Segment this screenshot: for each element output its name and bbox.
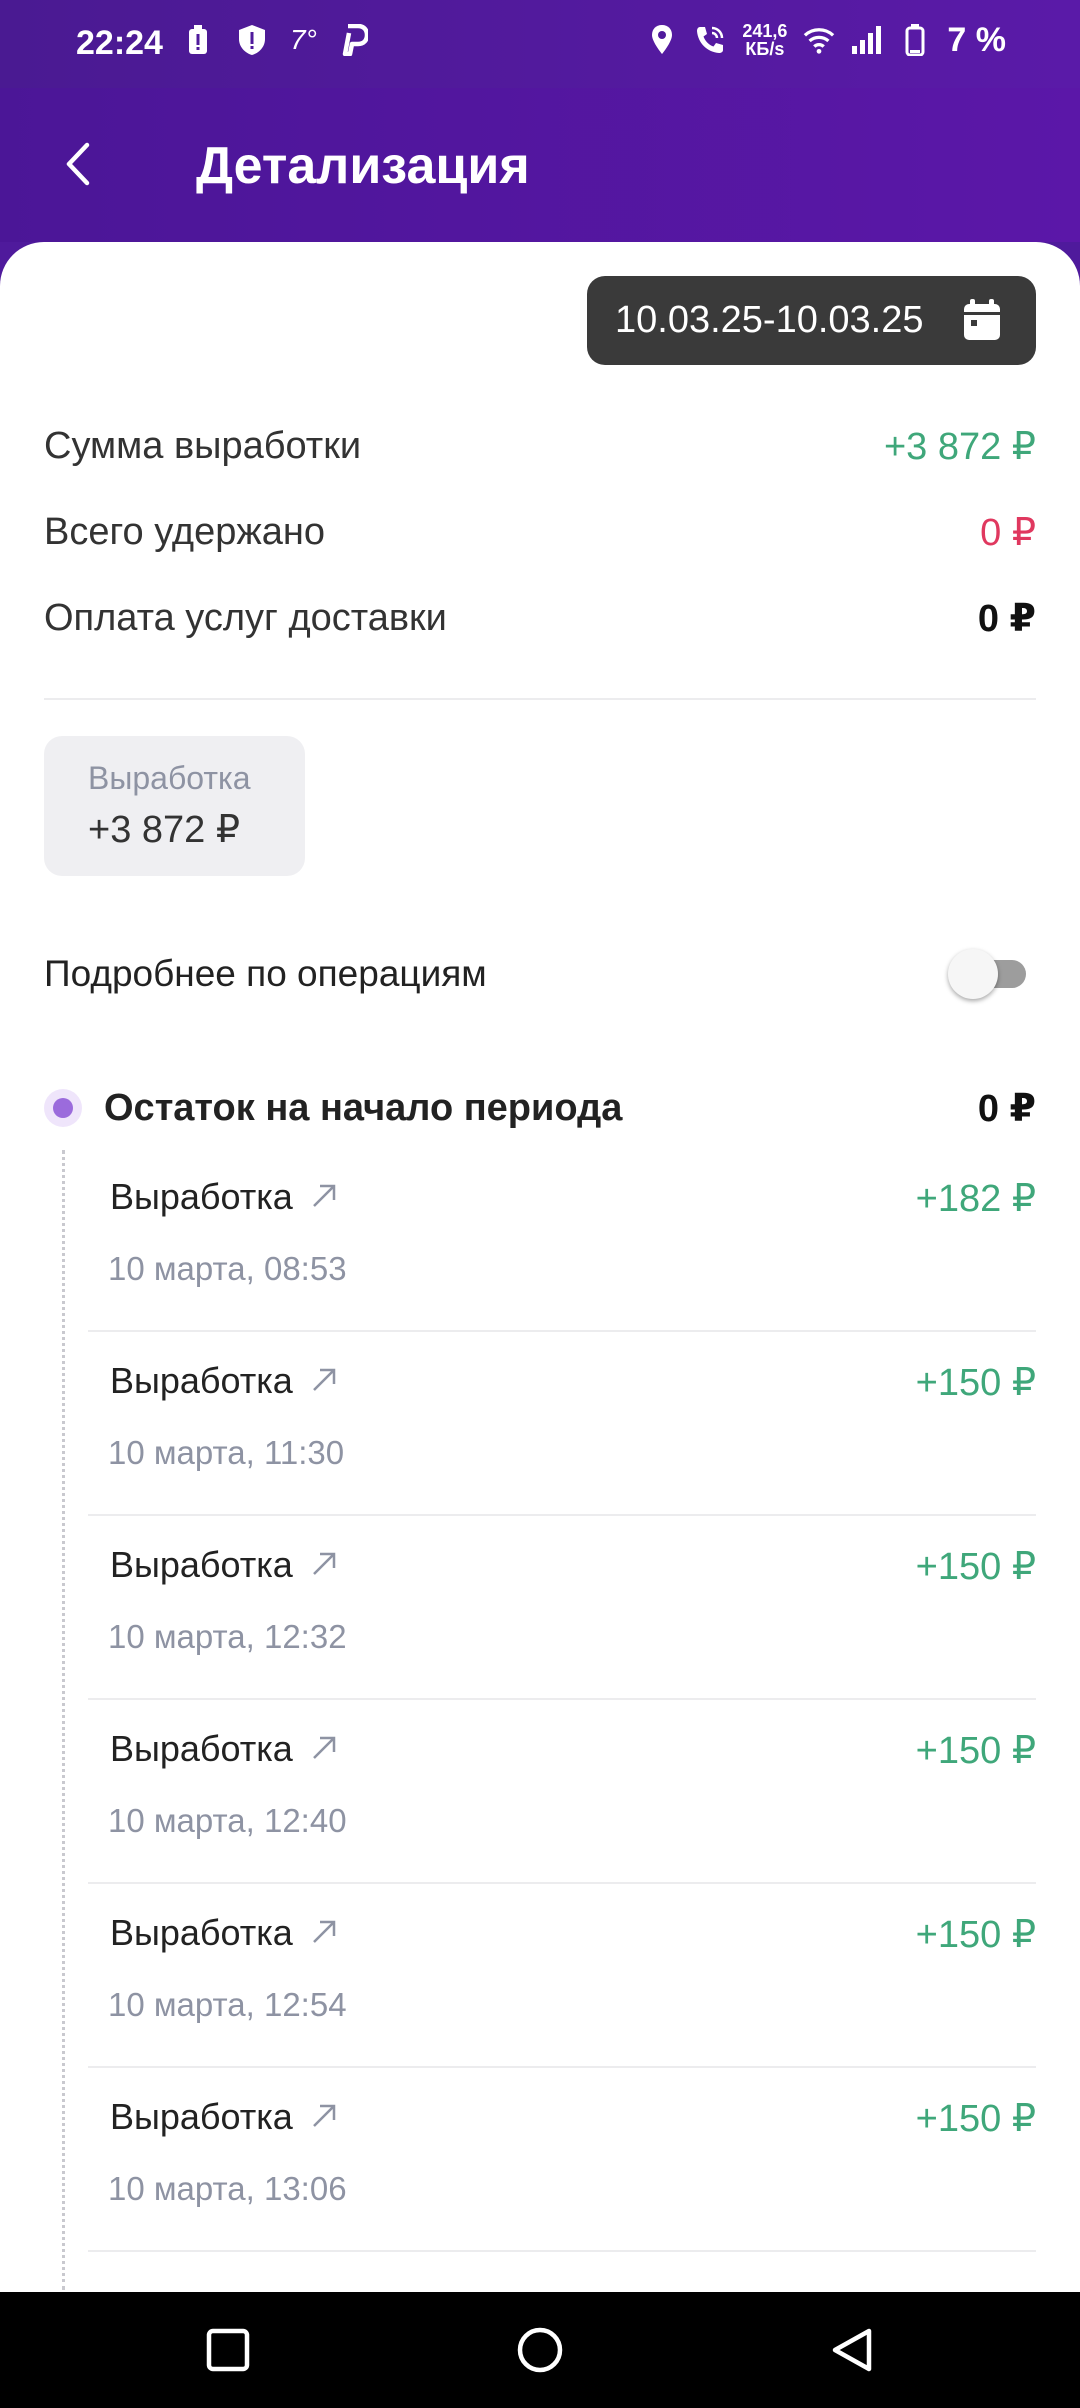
status-left-icons: 7°	[182, 20, 371, 60]
summary-label: Сумма выработки	[44, 424, 362, 467]
external-arrow-icon	[311, 2096, 337, 2138]
earnings-card[interactable]: Выработка +3 872 ₽	[44, 736, 305, 876]
home-button[interactable]	[510, 2322, 570, 2382]
app-bar: Детализация	[0, 88, 1080, 242]
earnings-card-label: Выработка	[88, 760, 251, 796]
summary-row-earnings: Сумма выработки +3 872 ₽	[44, 418, 1036, 474]
status-right-icons: 241,6 КБ/s 7 %	[646, 20, 1006, 60]
external-arrow-icon	[311, 1360, 337, 1402]
recents-icon	[206, 2328, 250, 2377]
operation-amount: +150 ₽	[915, 1730, 1036, 1772]
net-speed-value: 241,6	[742, 21, 788, 41]
details-toggle-label: Подробнее по операциям	[44, 953, 487, 994]
summary-label: Всего удержано	[44, 510, 326, 553]
details-toggle[interactable]	[944, 946, 1036, 1002]
external-arrow-icon	[311, 1176, 337, 1218]
date-range-text: 10.03.25-10.03.25	[615, 299, 924, 341]
battery-icon	[899, 20, 931, 60]
timeline-dot-icon	[44, 1089, 82, 1127]
status-bar: 22:24 7° 241,6 КБ/s 7 %	[0, 0, 1080, 88]
opening-balance-label: Остаток на начало периода	[104, 1086, 623, 1129]
net-speed-unit: КБ/s	[745, 39, 785, 59]
toggle-knob	[948, 949, 998, 999]
operation-title: Выработка	[110, 1728, 293, 1769]
operation-amount: +150 ₽	[915, 1914, 1036, 1956]
wifi-call-icon	[694, 20, 726, 60]
operation-item[interactable]: Выработка 10 марта, 12:54 +150 ₽	[88, 1882, 1036, 2068]
status-time: 22:24	[76, 24, 163, 62]
operation-amount: +150 ₽	[915, 1546, 1036, 1588]
summary-value: 0 ₽	[977, 597, 1036, 640]
summary-row-delivery: Оплата услуг доставки 0 ₽	[44, 590, 1036, 646]
calendar-icon	[962, 298, 1002, 342]
system-nav-bar	[0, 2292, 1080, 2408]
external-arrow-icon	[311, 1544, 337, 1586]
earnings-card-amount: +3 872 ₽	[88, 809, 241, 851]
signal-icon	[851, 20, 883, 60]
p-app-icon	[339, 20, 371, 60]
external-arrow-icon	[311, 1728, 337, 1770]
operation-amount: +150 ₽	[915, 1362, 1036, 1404]
operation-amount: +182 ₽	[915, 1178, 1036, 1220]
operation-title: Выработка	[110, 1912, 293, 1953]
divider	[44, 698, 1036, 700]
summary-label: Оплата услуг доставки	[44, 596, 447, 639]
back-icon	[829, 2327, 875, 2378]
summary-value: 0 ₽	[980, 511, 1036, 554]
wifi-icon	[803, 20, 835, 60]
operation-amount: +150 ₽	[915, 2098, 1036, 2140]
home-icon	[515, 2325, 565, 2380]
operation-item[interactable]: Выработка 10 марта, 11:30 +150 ₽	[88, 1330, 1036, 1516]
battery-alert-icon	[182, 20, 214, 60]
operation-title: Выработка	[110, 1360, 293, 1401]
battery-percent: 7 %	[947, 20, 1006, 59]
temperature-text: 7°	[290, 24, 317, 55]
operation-title: Выработка	[110, 2096, 293, 2137]
date-range-button[interactable]: 10.03.25-10.03.25	[587, 276, 1036, 365]
operation-date: 10 марта, 12:32	[108, 1618, 347, 1655]
page-title: Детализация	[196, 137, 530, 195]
operation-date: 10 марта, 08:53	[108, 1250, 347, 1287]
operation-date: 10 марта, 11:30	[108, 1434, 345, 1471]
operation-title: Выработка	[110, 1176, 293, 1217]
operation-item[interactable]: Выработка 10 марта, 12:40 +150 ₽	[88, 1698, 1036, 1884]
operation-item[interactable]: Выработка 10 марта, 13:06 +150 ₽	[88, 2066, 1036, 2252]
back-nav-button[interactable]	[822, 2322, 882, 2382]
details-toggle-row: Подробнее по операциям	[44, 944, 1036, 1004]
opening-balance-row: Остаток на начало периода 0 ₽	[44, 1078, 1036, 1138]
timeline-line	[62, 1150, 65, 2290]
operation-item[interactable]: Выработка 10 марта, 08:53 +182 ₽	[88, 1146, 1036, 1332]
back-arrow-icon	[65, 142, 91, 191]
back-button[interactable]	[54, 134, 102, 198]
net-speed: 241,6 КБ/s	[742, 22, 787, 58]
opening-balance-value: 0 ₽	[977, 1087, 1036, 1130]
location-icon	[646, 20, 678, 60]
recents-button[interactable]	[198, 2322, 258, 2382]
content-sheet: 10.03.25-10.03.25 Сумма выработки +3 872…	[0, 242, 1080, 2292]
operation-date: 10 марта, 12:54	[108, 1986, 347, 2023]
external-arrow-icon	[311, 1912, 337, 1954]
operation-date: 10 марта, 13:06	[108, 2170, 347, 2207]
summary-value: +3 872 ₽	[883, 425, 1036, 468]
shield-alert-icon	[236, 20, 268, 60]
operation-date: 10 марта, 12:40	[108, 1802, 347, 1839]
operation-item[interactable]: Выработка 10 марта, 12:32 +150 ₽	[88, 1514, 1036, 1700]
summary-row-withheld: Всего удержано 0 ₽	[44, 504, 1036, 560]
operation-title: Выработка	[110, 1544, 293, 1585]
